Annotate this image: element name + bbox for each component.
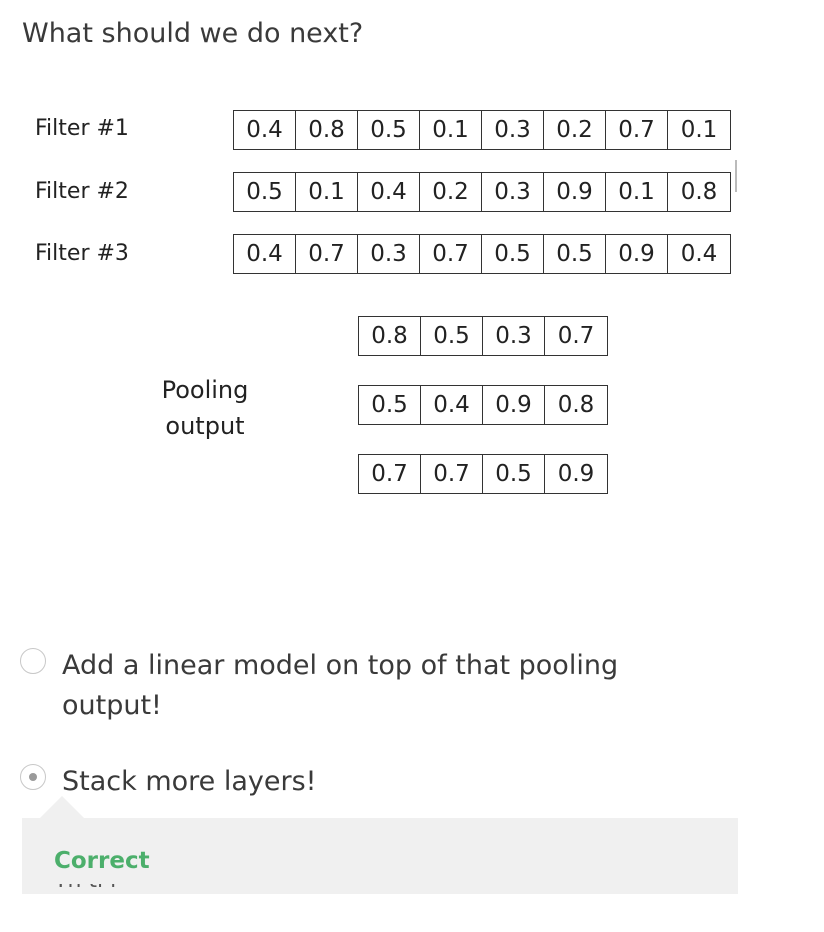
- filter-cell: 0.5: [234, 173, 296, 211]
- filter-cell: 0.4: [680, 241, 718, 267]
- text-cursor-mark: [735, 160, 737, 192]
- pooling-cell: 0.8: [359, 317, 421, 355]
- filter-row-2: 0.5 0.1 0.4 0.2 0.3 0.9 0.1 0.8: [233, 172, 731, 212]
- pooling-cell: 0.7: [359, 455, 421, 493]
- filter-label: Filter #1: [35, 116, 129, 141]
- filter-cell: 0.7: [606, 111, 668, 149]
- filter-row-1: 0.4 0.8 0.5 0.1 0.3 0.2 0.7 0.1: [233, 110, 731, 150]
- radio-selected-dot: [29, 773, 37, 781]
- filter-cell: 0.5: [482, 235, 544, 273]
- pooling-output-label: Pooling output: [140, 372, 270, 444]
- filter-cell: 0.3: [482, 111, 544, 149]
- filter-cell: 0.1: [606, 173, 668, 211]
- filter-cell: 0.1: [680, 117, 718, 143]
- filter-cell: 0.2: [420, 173, 482, 211]
- pooling-cell: 0.5: [359, 386, 421, 424]
- filter-cell: 0.4: [234, 235, 296, 273]
- filter-cell: 0.7: [296, 235, 358, 273]
- filter-label: Filter #3: [35, 241, 129, 266]
- pooling-cell: 0.8: [557, 392, 595, 418]
- filter-cell: 0.5: [358, 111, 420, 149]
- filter-cell: 0.8: [680, 179, 718, 205]
- pooling-cell: 0.5: [483, 455, 545, 493]
- pooling-label-line: Pooling: [161, 376, 249, 404]
- feedback-status: Correct: [54, 848, 150, 874]
- pooling-label-line: output: [165, 412, 245, 440]
- pooling-row-3: 0.7 0.7 0.5 0.9: [358, 454, 608, 494]
- pooling-cell: 0.5: [421, 317, 483, 355]
- filter-cell: 0.3: [358, 235, 420, 273]
- filter-cell: 0.5: [544, 235, 606, 273]
- filter-cell: 0.7: [420, 235, 482, 273]
- filter-label: Filter #2: [35, 179, 129, 204]
- filter-cell: 0.3: [482, 173, 544, 211]
- filter-cell: 0.1: [420, 111, 482, 149]
- pooling-cell: 0.7: [557, 323, 595, 349]
- pooling-figure: Filter #1 Filter #2 Filter #3 0.4 0.8 0.…: [0, 0, 824, 520]
- radio-button[interactable]: [20, 648, 46, 674]
- feedback-pointer: [40, 796, 84, 818]
- filter-cell: 0.2: [544, 111, 606, 149]
- filter-cell: 0.4: [358, 173, 420, 211]
- answer-option-linear-model[interactable]: Add a linear model on top of that poolin…: [20, 646, 622, 726]
- pooling-cell: 0.9: [483, 386, 545, 424]
- answer-option-stack-layers[interactable]: Stack more layers!: [20, 762, 622, 802]
- filter-cell: 0.8: [296, 111, 358, 149]
- feedback-clipped-text: Th ti l: [54, 884, 254, 894]
- filter-cell: 0.9: [544, 173, 606, 211]
- feedback-text: Th ti l: [54, 884, 254, 893]
- pooling-cell: 0.3: [483, 317, 545, 355]
- filter-cell: 0.1: [296, 173, 358, 211]
- pooling-row-2: 0.5 0.4 0.9 0.8: [358, 385, 608, 425]
- pooling-cell: 0.4: [421, 386, 483, 424]
- filter-cell: 0.4: [234, 111, 296, 149]
- pooling-cell: 0.9: [557, 461, 595, 487]
- feedback-panel: Correct Th ti l: [22, 818, 738, 894]
- pooling-cell: 0.7: [421, 455, 483, 493]
- answer-option-text[interactable]: Add a linear model on top of that poolin…: [62, 646, 622, 726]
- pooling-row-1: 0.8 0.5 0.3 0.7: [358, 316, 608, 356]
- radio-button-selected[interactable]: [20, 764, 46, 790]
- filter-cell: 0.9: [606, 235, 668, 273]
- answer-option-text[interactable]: Stack more layers!: [62, 762, 622, 802]
- filter-row-3: 0.4 0.7 0.3 0.7 0.5 0.5 0.9 0.4: [233, 234, 731, 274]
